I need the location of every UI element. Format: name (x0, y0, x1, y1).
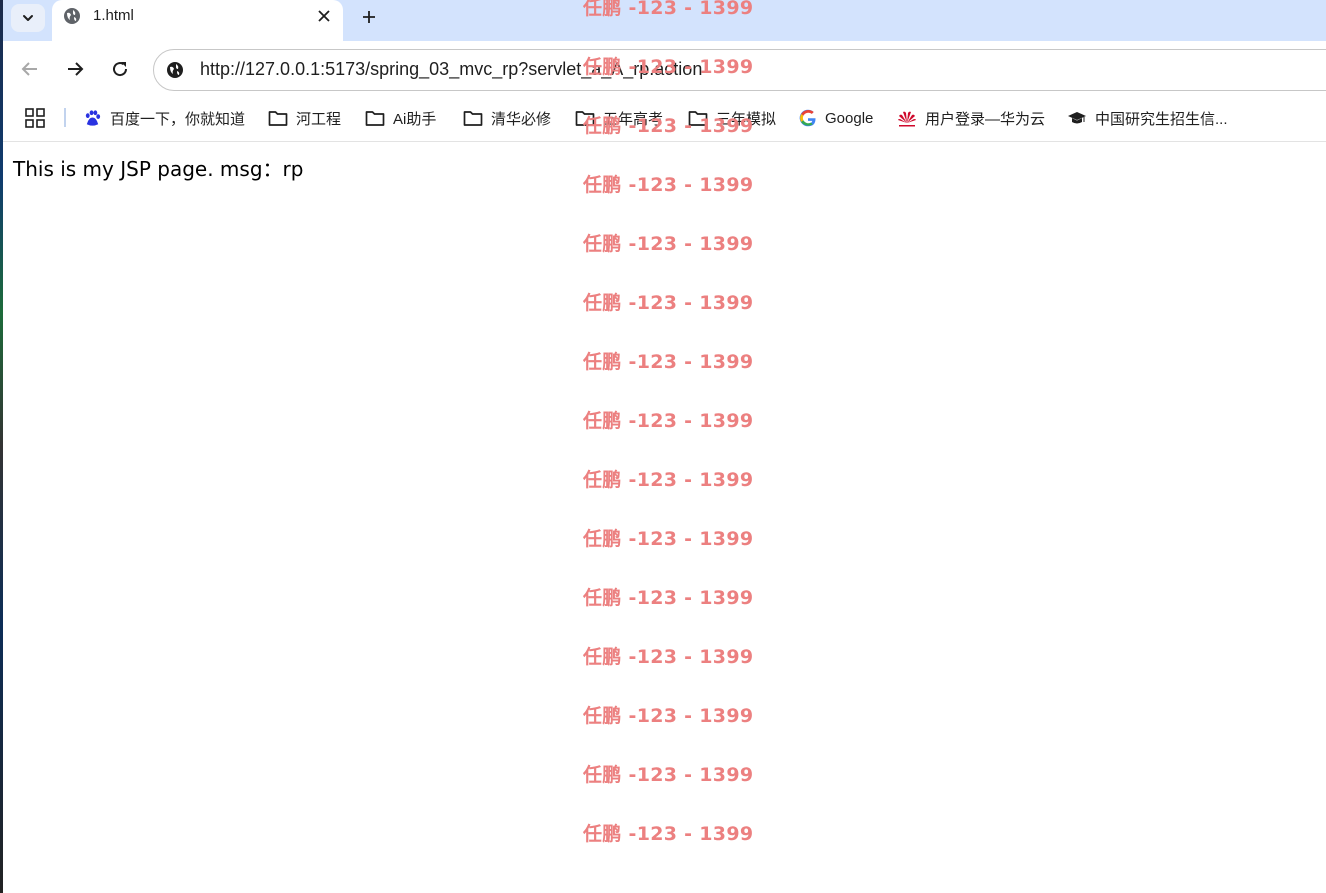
bookmark-label: Google (825, 109, 874, 127)
bookmark-label: 中国研究生招生信... (1095, 110, 1228, 128)
bookmark-label: 清华必修 (491, 110, 552, 128)
bookmark-label: 用户登录—华为云 (925, 110, 1046, 128)
globe-icon[interactable] (165, 60, 185, 80)
tab-title: 1.html (93, 7, 134, 24)
active-tab[interactable]: 1.html (52, 0, 343, 41)
graduation-cap-icon (1068, 112, 1086, 124)
close-icon (318, 10, 330, 22)
folder-icon (463, 110, 483, 126)
folder-icon (575, 110, 595, 126)
bookmark-label: 百度一下，你就知道 (110, 110, 246, 128)
tab-search-button[interactable] (11, 4, 45, 32)
new-tab-button[interactable] (356, 4, 382, 30)
bookmarks-bar: 百度一下，你就知道 河工程 Ai助手 清华必修 五年高考 三年模拟 Google… (0, 97, 1326, 142)
page-content: This is my JSP page. msg：rp (0, 142, 1326, 893)
back-button[interactable] (18, 57, 42, 81)
bookmarks-divider (64, 108, 66, 127)
bookmark-folder-sannian[interactable]: 三年模拟 (688, 107, 776, 129)
bookmark-huawei-cloud[interactable]: 用户登录—华为云 (897, 107, 1045, 129)
tab-strip: 1.html (0, 0, 1326, 41)
baidu-paw-icon (85, 109, 101, 126)
huawei-icon (898, 111, 916, 127)
bookmark-folder-hegongcheng[interactable]: 河工程 (268, 107, 341, 129)
bookmark-chsi[interactable]: 中国研究生招生信... (1067, 107, 1228, 129)
bookmark-label: 河工程 (296, 110, 342, 128)
bookmark-label: 三年模拟 (716, 110, 777, 128)
arrow-right-icon (68, 62, 84, 76)
globe-icon (64, 8, 80, 24)
reload-button[interactable] (108, 57, 132, 81)
bookmark-folder-wunian[interactable]: 五年高考 (575, 107, 663, 129)
bookmark-label: Ai助手 (393, 110, 437, 128)
folder-icon (268, 110, 288, 126)
close-tab-button[interactable] (314, 6, 334, 26)
toolbar: http://127.0.0.1:5173/spring_03_mvc_rp?s… (0, 41, 1326, 97)
folder-icon (365, 110, 385, 126)
folder-icon (688, 110, 708, 126)
bookmark-folder-tsinghua[interactable]: 清华必修 (463, 107, 551, 129)
bookmark-label: 五年高考 (603, 110, 664, 128)
reload-icon (113, 62, 128, 77)
apps-grid-icon[interactable] (25, 108, 45, 128)
chevron-down-icon (23, 15, 33, 21)
bookmark-folder-ai[interactable]: Ai助手 (365, 107, 436, 129)
url-text[interactable]: http://127.0.0.1:5173/spring_03_mvc_rp?s… (200, 59, 702, 80)
page-message-text: This is my JSP page. msg：rp (13, 157, 304, 181)
desktop-edge-strip (0, 0, 3, 893)
forward-button[interactable] (63, 57, 87, 81)
plus-icon (363, 11, 375, 23)
bookmark-baidu[interactable]: 百度一下，你就知道 (83, 107, 245, 129)
arrow-left-icon (21, 62, 37, 76)
address-bar[interactable]: http://127.0.0.1:5173/spring_03_mvc_rp?s… (153, 49, 1326, 91)
google-g-icon (799, 109, 816, 127)
bookmark-google[interactable]: Google (799, 107, 873, 129)
